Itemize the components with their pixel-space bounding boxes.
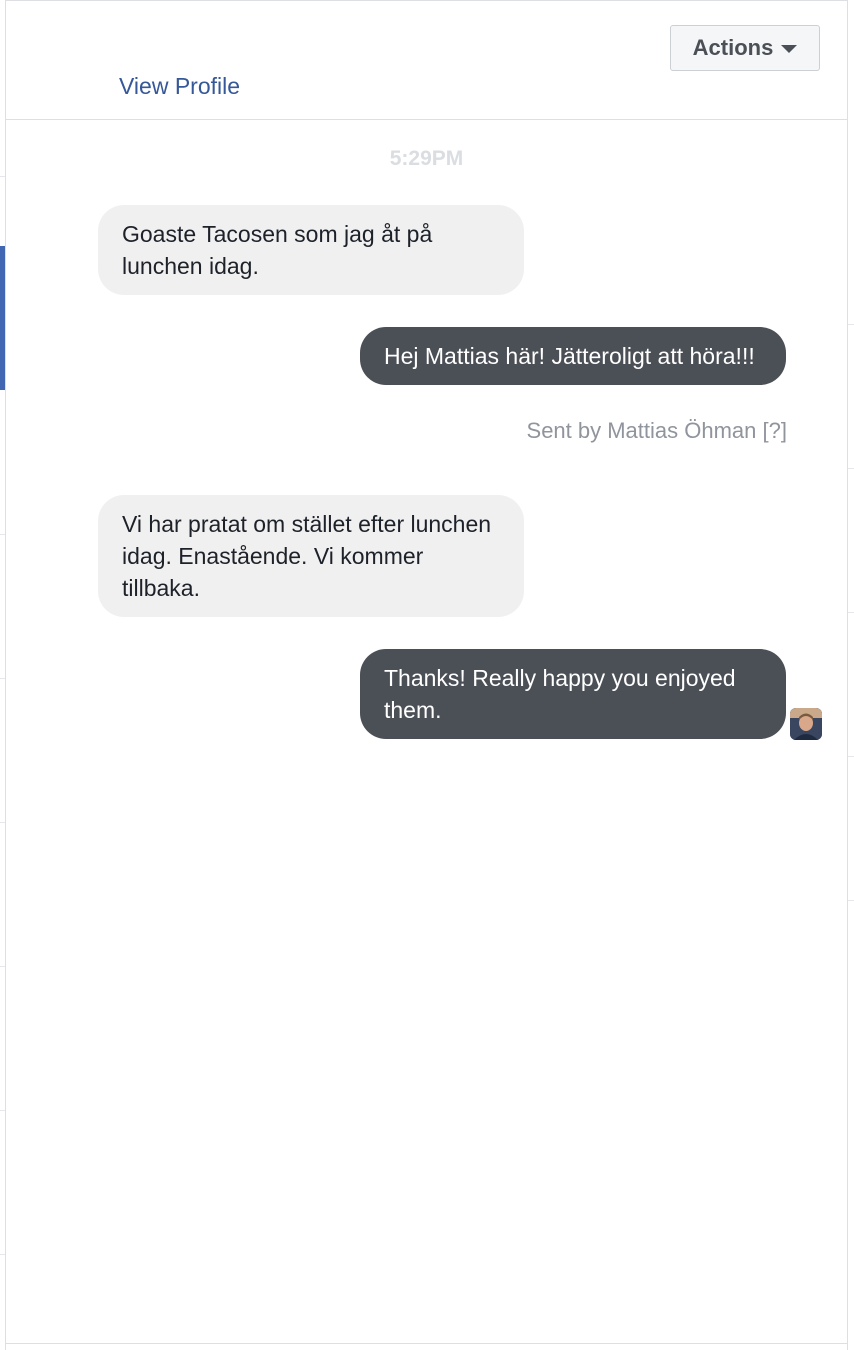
outgoing-message: Hej Mattias här! Jätteroligt att höra!!! (360, 327, 786, 385)
seen-avatar-image (790, 708, 822, 740)
sent-by-help-link[interactable]: [?] (763, 418, 787, 443)
divider (0, 678, 5, 679)
conversation-header: View Profile Actions (6, 1, 847, 120)
divider (0, 176, 5, 177)
avatar (790, 708, 822, 740)
sent-by-label: Sent by Mattias Öhman (526, 418, 757, 443)
caret-down-icon (781, 45, 798, 53)
message-timestamp: 5:29PM (389, 147, 464, 170)
divider (0, 966, 5, 967)
view-profile-link[interactable]: View Profile (119, 73, 240, 100)
divider (0, 822, 5, 823)
divider (848, 900, 854, 901)
divider (848, 612, 854, 613)
actions-button[interactable]: Actions (670, 25, 820, 71)
active-conversation-indicator (0, 246, 5, 390)
divider (848, 468, 854, 469)
divider (0, 534, 5, 535)
divider (848, 756, 854, 757)
sent-by-info: Sent by Mattias Öhman [?] (527, 418, 787, 444)
divider (0, 1254, 5, 1255)
incoming-message: Vi har pratat om stället efter lunchen i… (98, 495, 524, 617)
outgoing-message: Thanks! Really happy you enjoyed them. (360, 649, 786, 739)
actions-label: Actions (692, 35, 774, 60)
incoming-message: Goaste Tacosen som jag åt på lunchen ida… (98, 205, 524, 295)
conversation-panel: View Profile Actions 5:29PM Goaste Tacos… (6, 0, 847, 1344)
right-sidebar-edge (847, 0, 854, 1350)
divider (848, 324, 854, 325)
divider (0, 1110, 5, 1111)
